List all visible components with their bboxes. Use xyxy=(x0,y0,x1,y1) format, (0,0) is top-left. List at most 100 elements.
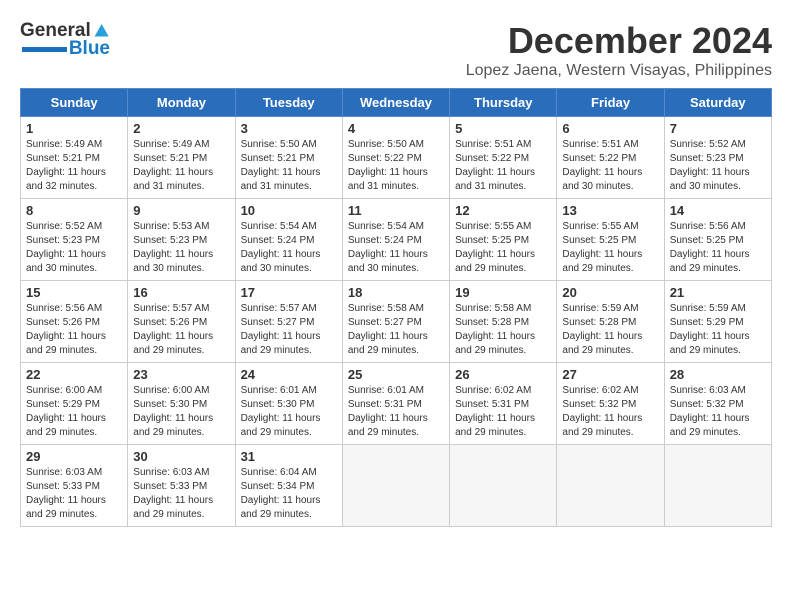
cell-info-line: Sunset: 5:29 PM xyxy=(26,398,122,412)
cell-info-line: and 30 minutes. xyxy=(562,180,658,194)
cell-info-line: Sunrise: 6:01 AM xyxy=(241,384,337,398)
cell-info-line: Sunset: 5:23 PM xyxy=(670,152,766,166)
calendar-cell: 2Sunrise: 5:49 AMSunset: 5:21 PMDaylight… xyxy=(128,117,235,199)
cell-info-line: Daylight: 11 hours xyxy=(133,166,229,180)
cell-info-line: Daylight: 11 hours xyxy=(455,248,551,262)
month-year-title: December 2024 xyxy=(466,20,772,62)
cell-info-line: and 29 minutes. xyxy=(348,426,444,440)
calendar-cell: 16Sunrise: 5:57 AMSunset: 5:26 PMDayligh… xyxy=(128,281,235,363)
cell-info-line: Daylight: 11 hours xyxy=(241,330,337,344)
calendar-cell: 1Sunrise: 5:49 AMSunset: 5:21 PMDaylight… xyxy=(21,117,128,199)
cell-info-line: Daylight: 11 hours xyxy=(562,166,658,180)
calendar-cell: 30Sunrise: 6:03 AMSunset: 5:33 PMDayligh… xyxy=(128,445,235,527)
calendar-cell: 19Sunrise: 5:58 AMSunset: 5:28 PMDayligh… xyxy=(450,281,557,363)
cell-info-line: Sunrise: 5:51 AM xyxy=(562,138,658,152)
cell-info-line: Sunset: 5:26 PM xyxy=(133,316,229,330)
cell-info-line: and 29 minutes. xyxy=(670,344,766,358)
cell-info-line: Sunrise: 6:02 AM xyxy=(562,384,658,398)
cell-info-line: Daylight: 11 hours xyxy=(26,248,122,262)
cell-info-line: Daylight: 11 hours xyxy=(26,166,122,180)
cell-info-line: and 29 minutes. xyxy=(670,262,766,276)
calendar-cell xyxy=(557,445,664,527)
cell-info-line: Daylight: 11 hours xyxy=(348,166,444,180)
cell-info-line: Sunset: 5:28 PM xyxy=(455,316,551,330)
calendar-cell xyxy=(450,445,557,527)
page-header: General Blue December 2024 Lopez Jaena, … xyxy=(20,20,772,80)
cell-info-line: Daylight: 11 hours xyxy=(455,330,551,344)
cell-info-line: Sunset: 5:21 PM xyxy=(133,152,229,166)
cell-info-line: and 29 minutes. xyxy=(133,508,229,522)
cell-info-line: Daylight: 11 hours xyxy=(241,248,337,262)
cell-info-line: Daylight: 11 hours xyxy=(348,412,444,426)
cell-info-line: and 29 minutes. xyxy=(133,344,229,358)
title-block: December 2024 Lopez Jaena, Western Visay… xyxy=(466,20,772,80)
cell-info-line: Sunset: 5:24 PM xyxy=(348,234,444,248)
day-number: 24 xyxy=(241,367,337,382)
calendar-week-4: 22 Sunrise: 6:00 AMSunset: 5:29 PM Dayligh… xyxy=(21,363,772,445)
logo-blue: Blue xyxy=(69,38,110,60)
calendar-cell: 8Sunrise: 5:52 AMSunset: 5:23 PMDaylight… xyxy=(21,199,128,281)
cell-info-line: Sunset: 5:31 PM xyxy=(455,398,551,412)
calendar-cell: 25Sunrise: 6:01 AMSunset: 5:31 PMDayligh… xyxy=(342,363,449,445)
cell-info-line: and 30 minutes. xyxy=(670,180,766,194)
cell-info-line: and 31 minutes. xyxy=(348,180,444,194)
cell-info-line: Sunrise: 6:04 AM xyxy=(241,466,337,480)
day-number: 10 xyxy=(241,203,337,218)
header-monday: Monday xyxy=(128,89,235,117)
day-number: 23 xyxy=(133,367,229,382)
cell-info-line: Daylight: 11 hours xyxy=(562,330,658,344)
cell-info-line: Daylight: 11 hours xyxy=(670,412,766,426)
cell-info-line: Sunrise: 6:03 AM xyxy=(670,384,766,398)
header-thursday: Thursday xyxy=(450,89,557,117)
cell-info-line: Sunset: 5:22 PM xyxy=(455,152,551,166)
cell-info-line: Sunset: 5:25 PM xyxy=(562,234,658,248)
cell-info-line: Sunset: 5:21 PM xyxy=(26,152,122,166)
calendar-cell xyxy=(342,445,449,527)
calendar-cell: 15Sunrise: 5:56 AMSunset: 5:26 PMDayligh… xyxy=(21,281,128,363)
day-number: 2 xyxy=(133,121,229,136)
day-number: 22 xyxy=(26,367,122,382)
cell-info-line: Sunset: 5:34 PM xyxy=(241,480,337,494)
day-number: 27 xyxy=(562,367,658,382)
calendar-body: 1Sunrise: 5:49 AMSunset: 5:21 PMDaylight… xyxy=(21,117,772,527)
calendar-cell: 4Sunrise: 5:50 AMSunset: 5:22 PMDaylight… xyxy=(342,117,449,199)
calendar-cell: 28Sunrise: 6:03 AMSunset: 5:32 PMDayligh… xyxy=(664,363,771,445)
cell-info-line: Sunrise: 5:49 AM xyxy=(26,138,122,152)
day-number: 29 xyxy=(26,449,122,464)
calendar-week-2: 8Sunrise: 5:52 AMSunset: 5:23 PMDaylight… xyxy=(21,199,772,281)
header-friday: Friday xyxy=(557,89,664,117)
cell-info-line: Sunset: 5:30 PM xyxy=(241,398,337,412)
cell-info-line: and 29 minutes. xyxy=(133,426,229,440)
calendar-week-1: 1Sunrise: 5:49 AMSunset: 5:21 PMDaylight… xyxy=(21,117,772,199)
calendar-cell: 24Sunrise: 6:01 AMSunset: 5:30 PMDayligh… xyxy=(235,363,342,445)
day-number: 5 xyxy=(455,121,551,136)
logo: General Blue xyxy=(20,20,110,60)
cell-info-line: Daylight: 11 hours xyxy=(348,330,444,344)
cell-info-line: Sunrise: 5:57 AM xyxy=(241,302,337,316)
day-number: 26 xyxy=(455,367,551,382)
calendar-cell: 18Sunrise: 5:58 AMSunset: 5:27 PMDayligh… xyxy=(342,281,449,363)
cell-info-line: and 30 minutes. xyxy=(241,262,337,276)
cell-info-line: and 29 minutes. xyxy=(26,508,122,522)
calendar-cell: 3Sunrise: 5:50 AMSunset: 5:21 PMDaylight… xyxy=(235,117,342,199)
cell-info-line: Sunset: 5:21 PM xyxy=(241,152,337,166)
cell-info-line: Sunset: 5:31 PM xyxy=(348,398,444,412)
cell-info-line: and 29 minutes. xyxy=(562,426,658,440)
day-number: 7 xyxy=(670,121,766,136)
cell-info-line: Sunrise: 5:55 AM xyxy=(455,220,551,234)
day-number: 14 xyxy=(670,203,766,218)
cell-info-line: Sunset: 5:30 PM xyxy=(133,398,229,412)
cell-info-line: Sunrise: 5:55 AM xyxy=(562,220,658,234)
cell-info-line: Sunrise: 6:00 AM xyxy=(26,384,122,398)
day-number: 4 xyxy=(348,121,444,136)
cell-info-line: and 29 minutes. xyxy=(241,426,337,440)
cell-info-line: and 29 minutes. xyxy=(26,344,122,358)
cell-info-line: Daylight: 11 hours xyxy=(26,330,122,344)
calendar-cell: 26Sunrise: 6:02 AMSunset: 5:31 PMDayligh… xyxy=(450,363,557,445)
cell-info-line: Daylight: 11 hours xyxy=(670,330,766,344)
cell-info-line: Sunrise: 5:50 AM xyxy=(241,138,337,152)
cell-info-line: Sunrise: 5:51 AM xyxy=(455,138,551,152)
calendar-cell: 11Sunrise: 5:54 AMSunset: 5:24 PMDayligh… xyxy=(342,199,449,281)
calendar-table: SundayMondayTuesdayWednesdayThursdayFrid… xyxy=(20,88,772,527)
day-number: 15 xyxy=(26,285,122,300)
